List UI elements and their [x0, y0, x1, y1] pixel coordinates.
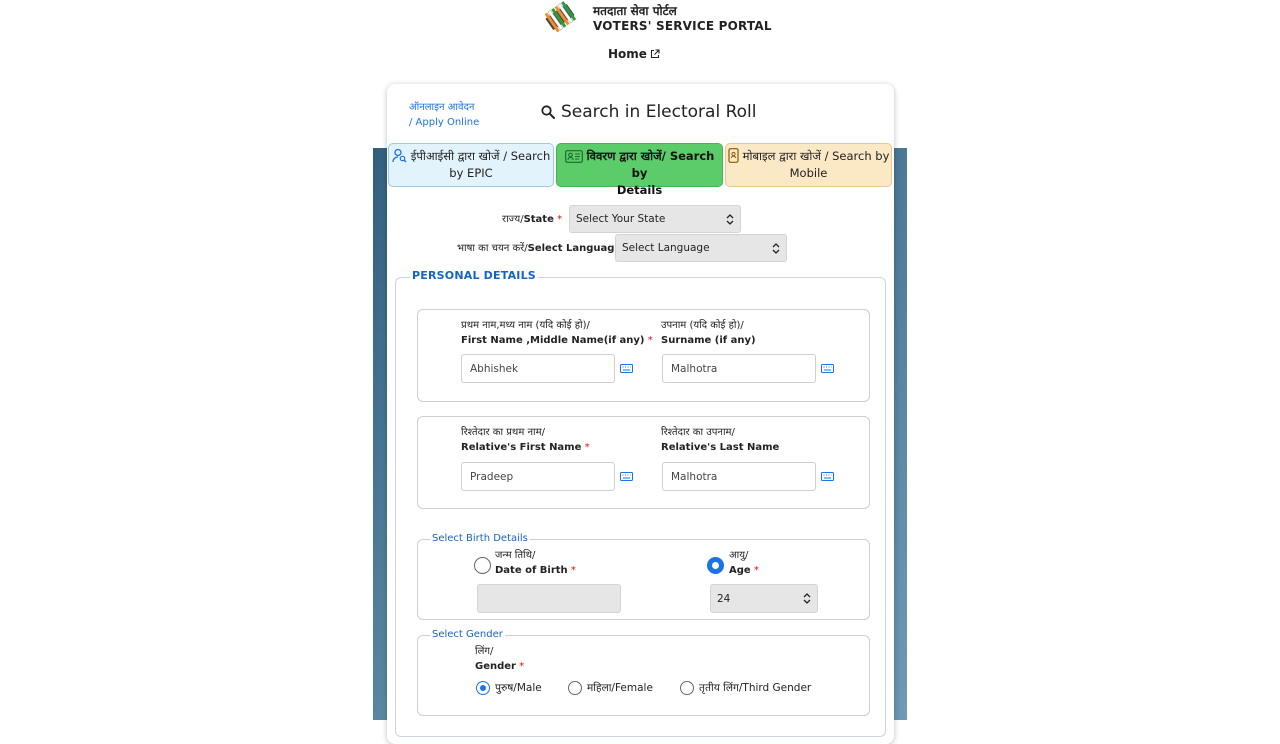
first-name-label-english: First Name ,Middle Name(if any)	[461, 335, 645, 346]
age-label-hindi: आयु/	[729, 550, 749, 561]
required-marker: *	[647, 335, 653, 346]
surname-label: उपनाम (यदि कोई हो)/ Surname (if any)	[661, 318, 756, 348]
language-label-hindi: भाषा का चयन करें/	[457, 243, 528, 254]
gender-third-label: तृतीय लिंग/Third Gender	[699, 682, 812, 694]
page-title: Search in Electoral Roll	[541, 102, 756, 122]
tab-details-label-line2: Details	[616, 183, 663, 197]
gender-female-label: महिला/Female	[587, 682, 653, 694]
page-title-text: Search in Electoral Roll	[561, 102, 757, 122]
gender-label: लिंग/ Gender *	[475, 644, 524, 674]
portal-title-hindi: मतदाता सेवा पोर्टल	[593, 4, 677, 18]
age-label: आयु/ Age *	[729, 548, 759, 578]
keyboard-icon[interactable]	[821, 364, 834, 373]
dob-input[interactable]	[477, 584, 621, 613]
surname-label-hindi: उपनाम (यदि कोई हो)/	[661, 320, 744, 331]
tab-mobile-label-line2: Mobile	[789, 166, 828, 180]
keyboard-icon[interactable]	[821, 472, 834, 481]
state-label-hindi: राज्य/	[502, 214, 524, 225]
portal-title: VOTERS' SERVICE PORTAL	[593, 19, 772, 33]
language-label-english: Select Language	[527, 243, 622, 254]
first-name-label-hindi: प्रथम नाम,मध्य नाम (यदि कोई हो)/	[461, 320, 590, 331]
gender-label-english: Gender	[475, 661, 516, 672]
apply-online-english: / Apply Online	[409, 117, 480, 128]
home-link[interactable]: Home	[608, 47, 660, 61]
age-select[interactable]: 24	[710, 584, 818, 613]
relative-last-name-label-hindi: रिश्तेदार का उपनाम/	[661, 427, 735, 438]
surname-value: Malhotra	[671, 362, 718, 375]
dob-label-hindi: जन्म तिथि/	[495, 550, 536, 561]
external-link-icon	[650, 49, 660, 59]
dob-label: जन्म तिथि/ Date of Birth *	[495, 548, 576, 578]
relative-first-name-label-english: Relative's First Name	[461, 442, 582, 453]
state-select-value: Select Your State	[576, 213, 666, 225]
apply-online-hindi: ऑनलाइन आवेदन	[409, 102, 475, 113]
birth-details-legend: Select Birth Details	[430, 533, 530, 544]
relative-first-name-label: रिश्तेदार का प्रथम नाम/ Relative's First…	[461, 425, 590, 455]
id-card-icon	[564, 150, 583, 163]
relative-first-name-input[interactable]: Pradeep	[461, 462, 615, 491]
mobile-icon	[727, 148, 739, 163]
apply-online-link[interactable]: ऑनलाइन आवेदन / Apply Online	[409, 100, 479, 130]
relative-first-name-value: Pradeep	[470, 470, 514, 483]
personal-details-legend: PERSONAL DETAILS	[410, 269, 538, 282]
relative-first-name-label-hindi: रिश्तेदार का प्रथम नाम/	[461, 427, 545, 438]
keyboard-icon[interactable]	[620, 472, 633, 481]
relative-last-name-label: रिश्तेदार का उपनाम/ Relative's Last Name	[661, 425, 779, 455]
age-label-english: Age	[729, 565, 751, 576]
tab-epic-label-line1: ईपीआईसी द्वारा खोजें / Search	[410, 149, 551, 163]
gender-male-radio[interactable]	[476, 681, 490, 695]
language-select-value: Select Language	[622, 242, 710, 254]
gender-label-hindi: लिंग/	[475, 646, 494, 657]
tab-details-label-line1: विवरण द्वारा खोजें/ Search by	[586, 149, 715, 180]
search-icon	[541, 105, 555, 119]
chevron-updown-icon	[726, 214, 734, 225]
relative-last-name-input[interactable]: Malhotra	[662, 462, 816, 491]
tab-epic-label-line2: by EPIC	[449, 166, 493, 180]
eci-logo	[544, 1, 577, 33]
gender-female-radio[interactable]	[568, 681, 582, 695]
age-select-value: 24	[717, 592, 731, 605]
language-select[interactable]: Select Language	[615, 234, 787, 262]
state-label: राज्य/State *	[502, 211, 562, 225]
tab-search-by-epic[interactable]: ईपीआईसी द्वारा खोजें / Search by EPIC	[388, 143, 554, 187]
required-marker: *	[584, 442, 590, 453]
chevron-updown-icon	[803, 593, 811, 604]
gender-third-radio[interactable]	[680, 681, 694, 695]
chevron-updown-icon	[772, 243, 780, 254]
age-radio[interactable]	[707, 557, 724, 574]
dob-label-english: Date of Birth	[495, 565, 568, 576]
tab-mobile-label-line1: मोबाइल द्वारा खोजें / Search by	[742, 149, 890, 163]
required-marker: *	[753, 565, 759, 576]
state-select[interactable]: Select Your State	[569, 205, 741, 233]
state-label-english: State	[523, 214, 554, 225]
first-name-value: Abhishek	[470, 362, 519, 375]
language-label: भाषा का चयन करें/Select Language	[457, 240, 621, 254]
dob-radio[interactable]	[474, 557, 491, 574]
home-link-label: Home	[608, 47, 647, 61]
tab-search-by-details[interactable]: विवरण द्वारा खोजें/ Search by Details	[556, 143, 723, 197]
gender-legend: Select Gender	[430, 629, 505, 640]
required-marker: *	[570, 565, 576, 576]
tab-search-by-mobile[interactable]: मोबाइल द्वारा खोजें / Search by Mobile	[725, 143, 892, 187]
first-name-label: प्रथम नाम,मध्य नाम (यदि कोई हो)/ First N…	[461, 318, 653, 348]
gender-male-label: पुरुष/Male	[495, 682, 542, 694]
user-search-icon	[392, 148, 407, 163]
required-marker: *	[557, 214, 563, 225]
keyboard-icon[interactable]	[620, 364, 633, 373]
surname-input[interactable]: Malhotra	[662, 354, 816, 383]
required-marker: *	[519, 661, 525, 672]
surname-label-english: Surname (if any)	[661, 335, 756, 346]
first-name-input[interactable]: Abhishek	[461, 354, 615, 383]
relative-last-name-value: Malhotra	[671, 470, 718, 483]
relative-last-name-label-english: Relative's Last Name	[661, 442, 780, 453]
